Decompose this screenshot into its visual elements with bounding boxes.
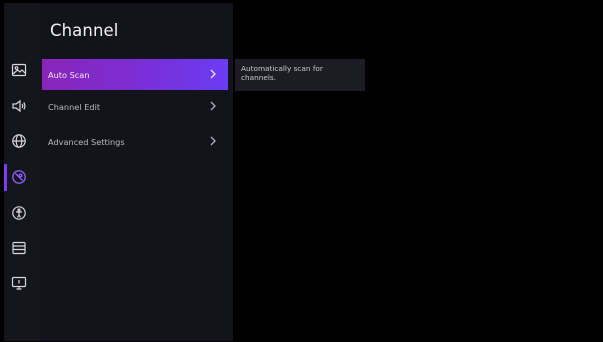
channel-settings-panel: Channel Auto Scan Channel Edit Advanced …	[40, 3, 233, 341]
menu-item-label: Auto Scan	[48, 69, 90, 80]
rail-active-indicator	[4, 164, 7, 191]
chevron-right-icon	[210, 69, 216, 79]
page-title: Channel	[50, 21, 119, 40]
menu-item-channel-edit[interactable]: Channel Edit	[42, 91, 228, 122]
system-icon[interactable]	[11, 240, 27, 256]
menu-item-label: Channel Edit	[48, 101, 101, 112]
tv-settings-screen: Channel Auto Scan Channel Edit Advanced …	[4, 3, 600, 341]
menu-item-advanced-settings[interactable]: Advanced Settings	[42, 126, 228, 157]
menu-item-label: Advanced Settings	[48, 136, 125, 147]
chevron-right-icon	[210, 101, 216, 111]
sound-icon[interactable]	[11, 98, 27, 114]
chevron-right-icon	[210, 136, 216, 146]
support-icon[interactable]	[11, 275, 27, 291]
accessibility-icon[interactable]	[11, 205, 27, 221]
help-tooltip: Automatically scan for channels.	[235, 59, 365, 91]
channel-icon[interactable]	[11, 169, 27, 185]
picture-icon[interactable]	[11, 62, 27, 78]
menu-item-auto-scan[interactable]: Auto Scan	[42, 59, 228, 90]
network-icon[interactable]	[11, 133, 27, 149]
settings-icon-rail	[4, 3, 40, 341]
